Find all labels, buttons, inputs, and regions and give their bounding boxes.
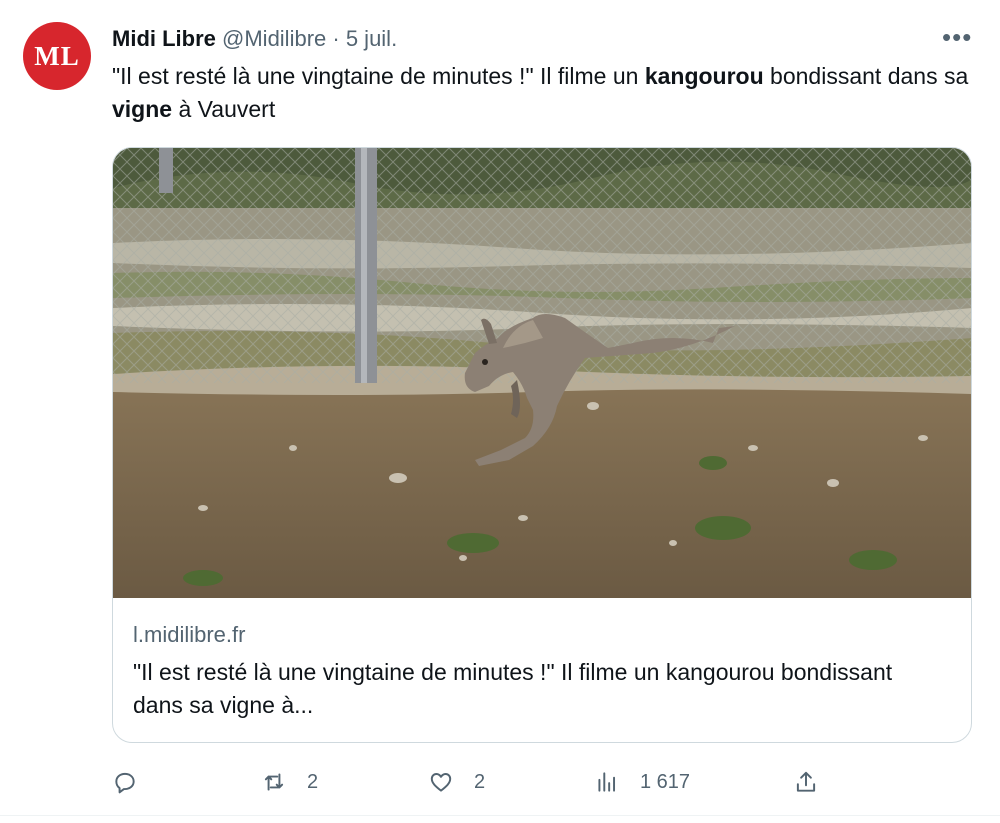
- retweet-button[interactable]: 2: [261, 764, 318, 800]
- like-count: 2: [474, 770, 486, 793]
- card-title: "Il est resté là une vingtaine de minute…: [133, 659, 893, 718]
- tweet-text-part: "Il est resté là une vingtaine de minute…: [112, 63, 645, 89]
- tweet-date[interactable]: 5 juil.: [346, 26, 397, 51]
- author-handle[interactable]: @Midilibre: [222, 26, 326, 51]
- author-name[interactable]: Midi Libre: [112, 26, 216, 51]
- tweet-text: "Il est resté là une vingtaine de minute…: [112, 60, 982, 126]
- tweet-text-bold: vigne: [112, 96, 173, 122]
- like-button[interactable]: 2: [428, 764, 485, 800]
- card-image-kangaroo[interactable]: [113, 148, 972, 598]
- link-card[interactable]: l.midilibre.fr "Il est resté là une ving…: [112, 147, 972, 743]
- more-options-icon[interactable]: •••: [942, 24, 972, 50]
- tweet-text-part: bondissant dans sa: [763, 63, 969, 89]
- views-icon: [598, 772, 616, 792]
- tweet[interactable]: ML Midi Libre @Midilibre · 5 juil. ••• "…: [0, 0, 1000, 823]
- tweet-actions: 2 2 1 617: [112, 764, 972, 800]
- views-count: 1 617: [640, 770, 691, 793]
- card-domain: l.midilibre.fr: [133, 622, 246, 647]
- tweet-text-part: à Vauvert: [172, 96, 276, 122]
- tweet-text-bold: kangourou: [644, 63, 764, 89]
- avatar-logo-text: ML: [34, 40, 80, 71]
- tweet-header: Midi Libre @Midilibre · 5 juil.: [112, 25, 397, 53]
- share-button[interactable]: [793, 764, 819, 800]
- heart-icon: [430, 773, 452, 792]
- divider: [0, 815, 1000, 816]
- header-separator: ·: [326, 26, 346, 51]
- share-icon: [796, 771, 816, 792]
- retweet-icon: [264, 773, 284, 791]
- retweet-count: 2: [307, 770, 319, 793]
- views-button[interactable]: 1 617: [594, 764, 690, 800]
- reply-icon: [115, 772, 135, 794]
- reply-button[interactable]: [112, 764, 158, 800]
- avatar[interactable]: ML: [23, 22, 91, 90]
